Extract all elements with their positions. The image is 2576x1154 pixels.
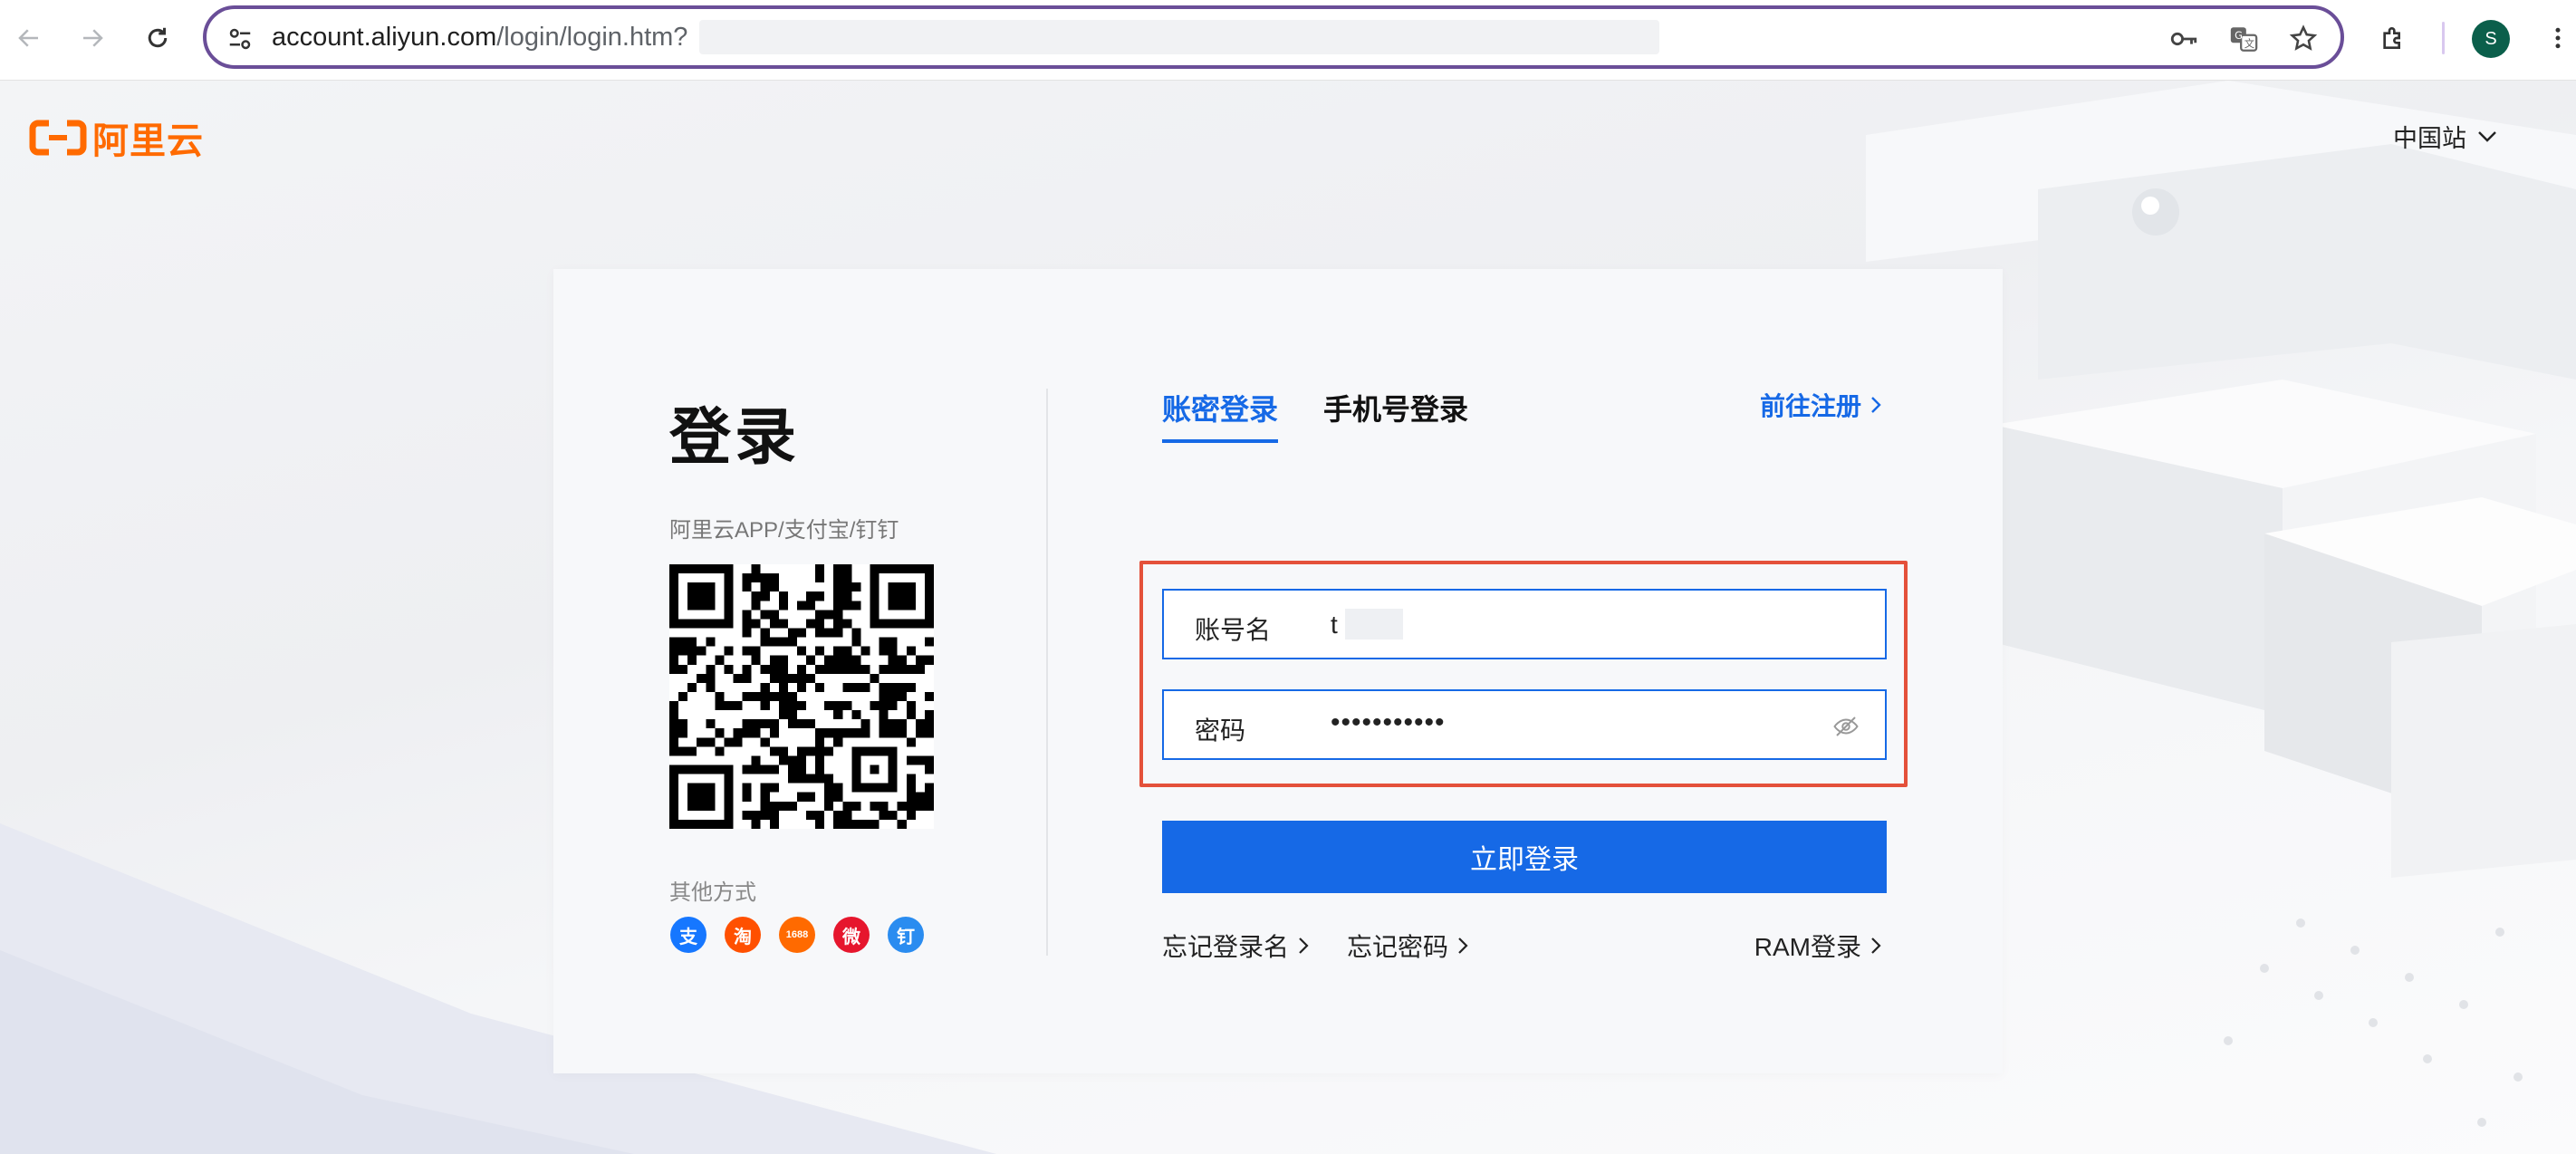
svg-text:G: G	[2235, 29, 2243, 42]
dingtalk-icon[interactable]: 钉	[888, 917, 924, 953]
aliyun-logo-icon	[29, 120, 87, 156]
address-bar[interactable]: account.aliyun.com/login/login.htm? G 文	[203, 5, 2344, 69]
reload-icon	[148, 27, 168, 48]
eye-off-icon[interactable]	[1832, 713, 1860, 740]
browser-toolbar: account.aliyun.com/login/login.htm? G 文 …	[0, 0, 2576, 81]
key-icon[interactable]	[2168, 24, 2199, 54]
qr-code-image[interactable]	[669, 564, 934, 829]
account-field-label: 账号名	[1195, 616, 1272, 644]
card-divider	[1046, 389, 1048, 956]
account-input[interactable]: t	[1331, 611, 1338, 640]
social-login-list: 支淘 1688 微钉	[670, 917, 942, 953]
url-host: account.aliyun.com	[272, 23, 497, 52]
1688-icon[interactable]: 1688	[779, 917, 815, 953]
chevron-right-icon	[1871, 938, 1881, 954]
reload-button[interactable]	[136, 16, 179, 60]
arrow-left-icon	[18, 29, 38, 47]
arrow-right-icon	[83, 29, 103, 47]
extensions-button[interactable]	[2371, 16, 2415, 60]
chevron-down-icon	[2478, 130, 2496, 142]
svg-text:文: 文	[2244, 37, 2254, 50]
ram-login-label: RAM登录	[1754, 933, 1861, 961]
forgot-password-link[interactable]: 忘记密码	[1347, 928, 1468, 964]
alipay-icon[interactable]: 支	[670, 917, 706, 953]
toolbar-separator	[2442, 22, 2445, 54]
back-button[interactable]	[7, 16, 51, 60]
login-button[interactable]: 立即登录	[1162, 821, 1887, 893]
url-path: /login/login.htm?	[496, 23, 688, 52]
password-input[interactable]: •••••••••••	[1331, 707, 1446, 738]
forgot-username-link[interactable]: 忘记登录名	[1162, 928, 1309, 964]
url-text: account.aliyun.com/login/login.htm?	[272, 23, 687, 53]
translate-icon[interactable]: G 文	[2228, 24, 2259, 54]
chevron-right-icon	[1871, 397, 1881, 413]
register-link[interactable]: 前往注册	[1760, 387, 1881, 423]
browser-menu-button[interactable]	[2536, 16, 2576, 60]
register-link-label: 前往注册	[1759, 392, 1861, 420]
url-redacted	[699, 20, 1659, 54]
ram-login-link[interactable]: RAM登录	[1754, 928, 1881, 964]
profile-avatar[interactable]: S	[2472, 20, 2510, 58]
tab-phone-login[interactable]: 手机号登录	[1323, 387, 1468, 443]
login-card: 登录 阿里云APP/支付宝/钉钉 其他方式 支淘 1688 微钉 账密登录 手机号登…	[553, 269, 2003, 1073]
forgot-username-label: 忘记登录名	[1162, 933, 1290, 961]
login-tabs: 账密登录 手机号登录	[1162, 387, 1514, 443]
region-selector[interactable]: 中国站	[2393, 119, 2497, 154]
forgot-password-label: 忘记密码	[1347, 933, 1449, 961]
more-vert-icon	[2555, 27, 2561, 49]
taobao-icon[interactable]: 淘	[725, 917, 761, 953]
weibo-icon[interactable]: 微	[833, 917, 870, 953]
region-label: 中国站	[2393, 125, 2466, 152]
chevron-right-icon	[1458, 938, 1468, 954]
forward-button[interactable]	[71, 16, 114, 60]
other-methods-label: 其他方式	[669, 880, 756, 905]
login-page: 阿里云 中国站 登录 阿里云APP/支付宝/钉钉 其他方式 支淘 1688 微钉 账…	[0, 81, 2576, 1154]
password-field-label: 密码	[1195, 716, 1246, 745]
account-field[interactable]: 账号名 t	[1162, 589, 1887, 659]
qr-hint: 阿里云APP/支付宝/钉钉	[669, 518, 899, 543]
account-redacted	[1345, 609, 1403, 640]
logo-text: 阿里云	[92, 121, 204, 161]
aliyun-logo[interactable]: 阿里云	[29, 117, 204, 161]
site-settings-icon[interactable]	[226, 25, 254, 53]
star-icon[interactable]	[2288, 24, 2319, 54]
chevron-right-icon	[1299, 938, 1309, 954]
puzzle-icon	[2383, 27, 2400, 49]
password-field[interactable]: 密码 •••••••••••	[1162, 689, 1887, 760]
page-title: 登录	[669, 403, 801, 472]
tab-account-password[interactable]: 账密登录	[1162, 387, 1279, 443]
